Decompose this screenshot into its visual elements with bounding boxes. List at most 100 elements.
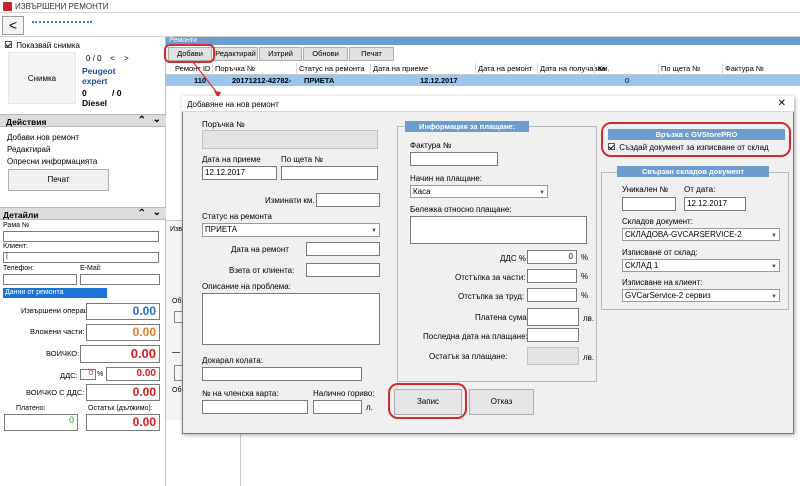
refresh-button[interactable]: Обнови	[303, 47, 348, 61]
col-status[interactable]: Статус на ремонта	[299, 63, 365, 74]
discount-parts-label: Отстъпка за части:	[455, 273, 526, 282]
behind-dash	[172, 352, 180, 353]
details-header: Детайли ⌃ ⌄	[0, 207, 166, 220]
total-vat-value: 0.00	[86, 384, 160, 401]
window-title: ИЗВЪРШЕНИ РЕМОНТИ	[15, 2, 109, 11]
vat-percent-field[interactable]: 0	[80, 369, 96, 380]
email-field[interactable]	[80, 274, 160, 285]
payment-method-select[interactable]: Каса ▼	[410, 185, 548, 198]
frame-field[interactable]	[3, 231, 159, 242]
collapse-up-icon[interactable]: ⌃	[138, 115, 146, 126]
out-to-client-select[interactable]: GVCarService-2 сервиз ▼	[622, 289, 780, 302]
fuel-label: Налично гориво:	[313, 389, 375, 398]
col-invoice[interactable]: Фактура №	[725, 63, 764, 74]
cell-status: ПРИЕТА	[304, 76, 335, 85]
print-button[interactable]: Печат	[349, 47, 394, 61]
store-doc-select[interactable]: СКЛАДОВА-GVCARSERVICE-2 ▼	[622, 228, 780, 241]
col-separator	[370, 63, 371, 75]
ops-value: 0.00	[86, 303, 160, 320]
action-edit[interactable]: Редактирай	[7, 145, 50, 154]
out-from-store-value: СКЛАД 1	[625, 261, 659, 270]
collapse-up-icon[interactable]: ⌃	[138, 208, 146, 219]
car-model: expert	[82, 76, 108, 86]
from-date-field[interactable]: 12.12.2017	[684, 197, 746, 211]
col-km[interactable]: Км.	[598, 63, 610, 74]
cell-order: 20171212-42782-	[232, 76, 292, 85]
action-add-repair[interactable]: Добави нов ремонт	[7, 133, 79, 142]
payment-method-label: Начин на плащане:	[410, 174, 482, 183]
pager-prev-button[interactable]: <	[110, 54, 115, 63]
discount-labor-field[interactable]	[527, 288, 577, 302]
show-image-row[interactable]: Показвай снимка	[5, 41, 80, 50]
chevron-down-icon: ▼	[771, 294, 777, 300]
col-claim[interactable]: По щета №	[661, 63, 700, 74]
grid-empty-area	[166, 434, 800, 486]
percent-sign: %	[581, 272, 589, 281]
pickup-field[interactable]	[306, 263, 380, 277]
member-card-field[interactable]	[202, 400, 308, 414]
collapse-down-icon[interactable]: ⌄	[153, 207, 161, 218]
col-repair-date[interactable]: Дата на ремонт	[478, 63, 532, 74]
edit-button[interactable]: Редактирай	[213, 47, 258, 61]
action-refresh[interactable]: Опресни информацията	[7, 157, 97, 166]
brought-field[interactable]	[202, 367, 362, 381]
close-icon[interactable]: ✕	[778, 98, 786, 109]
car-make: Peugeot	[82, 66, 116, 76]
phone-field[interactable]	[3, 274, 77, 285]
rest-label: Остатък (дължимо):	[88, 405, 153, 412]
brought-label: Докарал колата:	[202, 356, 263, 365]
pager-next-button[interactable]: >	[124, 54, 129, 63]
status-select[interactable]: ПРИЕТА ▼	[202, 223, 380, 237]
out-from-store-select[interactable]: СКЛАД 1 ▼	[622, 259, 780, 272]
vat-percent-label: ДДС %	[500, 254, 526, 263]
payment-method-value: Каса	[413, 187, 431, 196]
cell-accept-date: 12.12.2017	[420, 76, 458, 85]
invoice-label: Фактура №	[410, 141, 452, 150]
discount-parts-field[interactable]	[527, 269, 577, 283]
collapse-down-icon[interactable]: ⌄	[153, 114, 161, 125]
chevron-down-icon: ▼	[371, 228, 377, 234]
delete-button[interactable]: Изтрий	[259, 47, 302, 61]
nav-title-placeholder	[32, 15, 92, 23]
show-image-checkbox[interactable]	[5, 41, 12, 48]
paid-label: Платено:	[16, 405, 46, 412]
vat-label: ДДС:	[60, 371, 78, 380]
left-print-button[interactable]: Печат	[8, 169, 109, 191]
problem-textarea[interactable]	[202, 293, 380, 345]
km-field[interactable]	[316, 193, 380, 207]
car-fuel: Diesel	[82, 98, 108, 108]
total-value: 0.00	[80, 345, 160, 363]
parts-label: Вложени части:	[30, 327, 85, 336]
car-km: 0	[82, 88, 87, 98]
paid-amount-field[interactable]	[527, 308, 579, 326]
dialog-title: Добавяне на нов ремонт	[187, 100, 279, 109]
claim-field[interactable]	[281, 166, 378, 180]
col-separator	[475, 63, 476, 75]
unique-number-field[interactable]	[622, 197, 676, 211]
tab-repair-data[interactable]: Данни от ремонта	[3, 288, 107, 298]
back-button[interactable]: <	[2, 16, 24, 35]
repair-date-field[interactable]	[306, 242, 380, 256]
total-label: ВОИЧКО:	[46, 349, 80, 358]
actions-title: Действия	[6, 117, 47, 127]
accept-date-label: Дата на приеме	[202, 155, 261, 164]
rest-to-pay-field	[527, 347, 579, 365]
from-date-label: От дата:	[684, 185, 716, 194]
pickup-label: Взета от клиента:	[229, 266, 295, 275]
cancel-button[interactable]: Отказ	[469, 389, 534, 415]
client-field[interactable]: |	[3, 252, 159, 263]
store-doc-value: СКЛАДОВА-GVCARSERVICE-2	[625, 230, 742, 239]
col-accept-date[interactable]: Дата на приеме	[373, 63, 428, 74]
col-pickup-date[interactable]: Дата на получаван	[540, 63, 606, 74]
accept-date-field[interactable]: 12.12.2017	[202, 166, 277, 180]
photo-button[interactable]: Снимка	[8, 52, 76, 104]
last-payment-date-label: Последна дата на плащане:	[423, 332, 528, 341]
invoice-field[interactable]	[410, 152, 498, 166]
payment-note-textarea[interactable]	[410, 216, 587, 244]
table-row[interactable]: 110 20171212-42782- ПРИЕТА 12.12.2017 0	[166, 75, 800, 86]
fuel-field[interactable]	[313, 400, 362, 414]
vat-percent-field[interactable]: 0	[527, 250, 577, 264]
last-payment-date-field[interactable]	[527, 328, 579, 342]
rest-to-pay-label: Остатък за плащане:	[429, 352, 508, 361]
repairs-header: Ремонти	[166, 37, 800, 45]
